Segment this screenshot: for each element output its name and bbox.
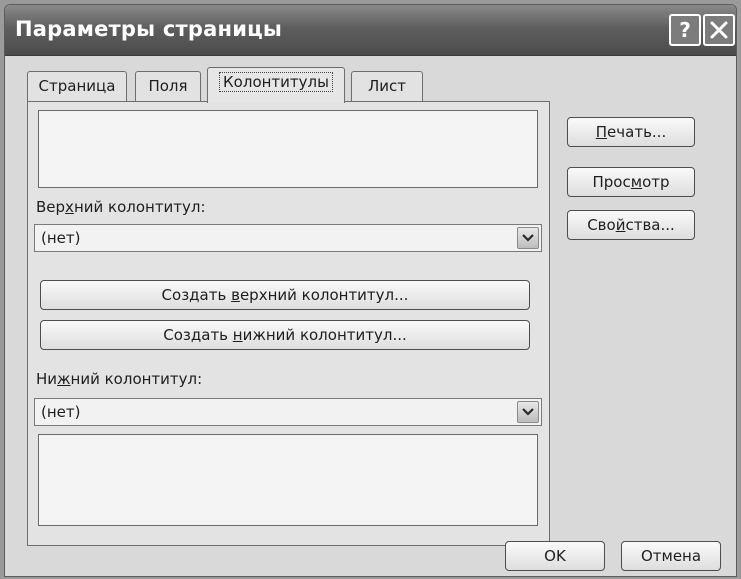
dialog-title: Параметры страницы: [15, 17, 283, 41]
tab-label: Страница: [38, 77, 116, 95]
page-setup-dialog: Параметры страницы ? Страница Поля Колон…: [4, 4, 737, 577]
footer-preview: [38, 434, 538, 526]
create-header-button[interactable]: Создать верхний колонтитул...: [40, 280, 530, 310]
cancel-button[interactable]: Отмена: [621, 541, 721, 571]
tab-label: Поля: [148, 77, 188, 95]
close-icon: [710, 21, 728, 39]
footer-dropdown-button[interactable]: [517, 401, 539, 423]
header-label: Верхний колонтитул:: [36, 198, 206, 216]
tab-headers-footers[interactable]: Колонтитулы: [207, 67, 345, 103]
help-button[interactable]: ?: [669, 14, 701, 46]
footer-select-value: (нет): [41, 403, 81, 421]
tab-margins[interactable]: Поля: [135, 71, 201, 101]
tab-page[interactable]: Страница: [27, 71, 127, 101]
tab-sheet[interactable]: Лист: [351, 71, 423, 101]
footer-select[interactable]: (нет): [34, 398, 542, 426]
ok-button[interactable]: OK: [505, 541, 605, 571]
title-bar: Параметры страницы ?: [5, 5, 736, 56]
close-button[interactable]: [703, 14, 735, 46]
properties-button[interactable]: Свойства...: [567, 210, 695, 240]
print-button[interactable]: Печать...: [567, 117, 695, 147]
header-select-value: (нет): [41, 229, 81, 247]
chevron-down-icon: [522, 408, 534, 416]
tab-label: Колонтитулы: [219, 72, 333, 92]
header-dropdown-button[interactable]: [517, 227, 539, 249]
header-preview: [38, 110, 538, 188]
header-select[interactable]: (нет): [34, 224, 542, 252]
tab-panel: Верхний колонтитул: (нет) Создать верхни…: [27, 101, 550, 546]
footer-label: Нижний колонтитул:: [36, 370, 203, 388]
chevron-down-icon: [522, 234, 534, 242]
preview-button[interactable]: Просмотр: [567, 167, 695, 197]
create-footer-button[interactable]: Создать нижний колонтитул...: [40, 320, 530, 350]
help-icon: ?: [679, 18, 691, 42]
tab-label: Лист: [367, 77, 406, 95]
